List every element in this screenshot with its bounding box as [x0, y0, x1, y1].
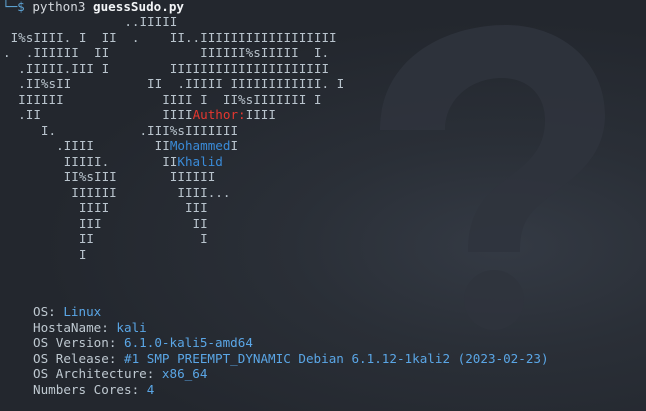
art-line: III II — [3, 215, 208, 231]
info-value: Linux — [63, 304, 102, 319]
art-line: I%sIIII. I II . II..IIIIIIIIIIIIIIIIII — [3, 29, 337, 45]
ascii-art: ..IIIII I%sIIII. I II . II..IIIIIIIIIIII… — [3, 14, 344, 262]
info-row-cores: Numbers Cores: 4 — [33, 382, 549, 398]
command-text: python3 — [32, 0, 86, 14]
art-line: IIIIII IIII I II%sIIIIIII I — [3, 91, 322, 107]
art-line: .IIII II — [3, 138, 170, 153]
art-line: .II%sII II .IIIII IIIIIIIIIIII. I — [3, 76, 345, 91]
art-line: I — [3, 246, 87, 262]
info-label: OS: — [33, 304, 64, 319]
art-line: IIIIII IIII... — [3, 184, 231, 200]
author-last-name: Khalid — [177, 153, 223, 169]
author-label: Author: — [192, 107, 246, 122]
info-label: OS Release: — [33, 350, 124, 366]
info-value: #1 SMP PREEMPT_DYNAMIC Debian 6.1.12-1ka… — [124, 350, 549, 366]
info-label: Numbers Cores: — [33, 381, 147, 397]
art-line: II%sIII IIIIII — [3, 169, 216, 184]
art-line: . .IIIIII II IIIIII%sIIIII I. — [3, 45, 330, 60]
info-value: kali — [116, 319, 147, 335]
art-line: .IIIII.III I IIIIIIIIIIIIIIIIIIIII — [3, 60, 330, 76]
info-row-architecture: OS Architecture: x86_64 — [33, 366, 549, 382]
terminal-window[interactable]: └─$ python3 guessSudo.py ..IIIII I%sIIII… — [0, 0, 646, 411]
art-fragment: IIII — [245, 107, 276, 122]
info-value: 4 — [146, 381, 155, 397]
art-line: IIIII. II — [3, 153, 178, 169]
script-name: guessSudo.py — [93, 0, 185, 14]
prompt-line: └─$ python3 guessSudo.py — [2, 0, 184, 15]
info-label: OS Architecture: — [33, 366, 162, 381]
info-value: x86_64 — [161, 366, 208, 381]
art-line: .II IIII — [3, 107, 193, 122]
info-row-os-version: OS Version: 6.1.0-kali5-amd64 — [33, 335, 549, 351]
prompt-corner: └─$ — [2, 0, 25, 14]
art-line: ..IIIII — [3, 14, 178, 29]
art-line: I. .III%sIIIIIII — [3, 122, 239, 138]
info-row-hostname: HostaName: kali — [33, 320, 549, 336]
art-line: II I — [3, 231, 208, 246]
author-first-name: Mohammed — [169, 138, 231, 153]
info-label: OS Version: — [33, 335, 124, 350]
info-label: HostaName: — [33, 319, 117, 335]
info-value: 6.1.0-kali5-amd64 — [124, 335, 253, 350]
art-line: IIII III — [3, 200, 208, 215]
system-info: OS: Linux HostaName: kali OS Version: 6.… — [33, 304, 549, 397]
art-fragment: I — [230, 138, 239, 153]
info-row-os: OS: Linux — [33, 304, 549, 320]
info-row-os-release: OS Release: #1 SMP PREEMPT_DYNAMIC Debia… — [33, 351, 549, 367]
